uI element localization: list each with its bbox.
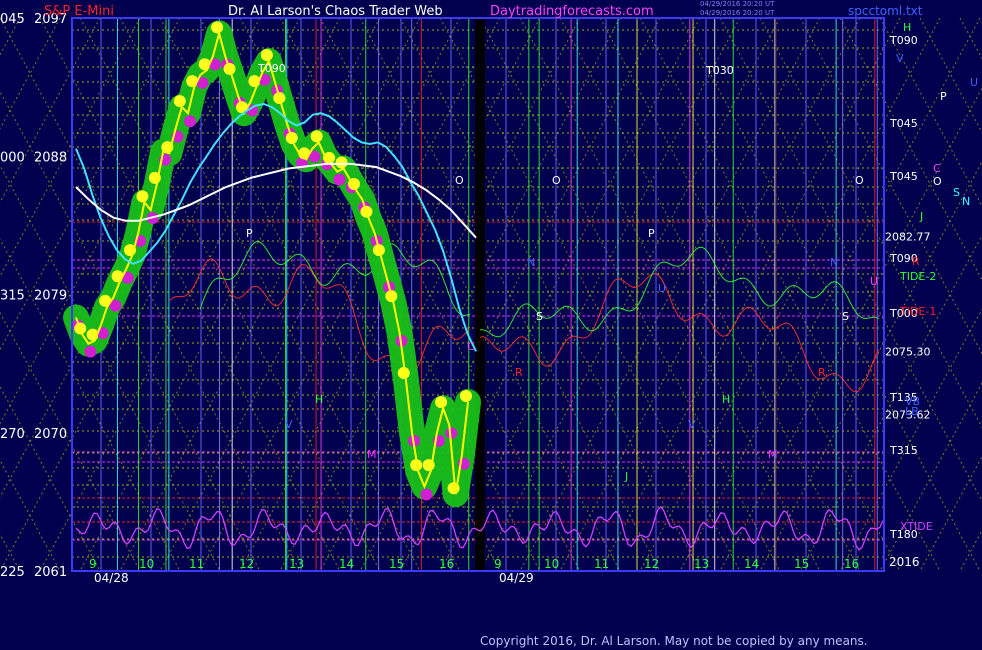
y-tick-alt-label: 225 [0,565,25,580]
instrument-title: S&P E-Mini [44,4,114,19]
chart-svg: 209704520880002079315207027020612259 10 11… [0,0,982,650]
price-blob-yellow [211,21,224,34]
price-blob-yellow [173,95,186,108]
hour-label: 12 [239,557,254,571]
year-label: 2016 [889,555,920,569]
right-label: J [919,210,923,223]
file-name: spcctoml.txt [848,4,923,18]
right-label: V [896,52,904,65]
inline-label: J [624,470,628,483]
inline-label: M [768,448,778,461]
hour-label: 12 [644,557,659,571]
right-label: T315 [889,444,918,457]
right-label: C [933,162,941,175]
right-label: H [903,21,911,34]
inline-label: M [367,448,377,461]
right-label: S [953,186,960,199]
y-tick-alt-label: 045 [0,12,25,27]
hour-label: 11 [189,557,204,571]
price-blob-yellow [260,49,273,62]
right-label: T045 [889,170,918,183]
hour-label: 10 [544,557,559,571]
author-title: Dr. Al Larson's Chaos Trader Web [228,4,443,19]
price-blob-magenta [184,115,196,128]
right-label: P [940,90,947,103]
timestamp-1: 04/29/2016 20:20 UT [700,0,775,8]
inline-label: H [315,393,323,406]
site-link[interactable]: Daytradingforecasts.com [490,4,654,19]
right-label: TIDE-1 [899,305,936,318]
y-tick-label: 2070 [34,427,67,442]
hour-label: 10 [139,557,154,571]
hour-label: 14 [339,557,354,571]
right-label: XTIDE [900,520,933,533]
price-blob-yellow [435,396,448,409]
y-tick-alt-label: 270 [0,427,25,442]
right-label: U [970,76,978,89]
inline-label: S [842,310,849,323]
inline-label: T030 [705,64,734,77]
price-blob-magenta [420,488,433,501]
hour-label: 13 [694,557,709,571]
hour-label: 15 [389,557,404,571]
price-blob-yellow [136,190,149,203]
price-blob-yellow [310,130,323,143]
right-label: LB [905,405,919,418]
inline-label: O [855,174,864,187]
hour-label: 9 [89,557,97,571]
date-label: 04/29 [499,571,534,585]
inline-label: U [658,282,666,295]
hour-label: 13 [289,557,304,571]
inline-label: H [722,393,730,406]
right-label: TIDE-2 [899,270,936,283]
hour-label: 14 [744,557,759,571]
inline-label: T090 [257,62,286,75]
inline-label: U [870,275,878,288]
hour-label: 9 [494,557,502,571]
price-blob-magenta [333,173,346,186]
y-tick-label: 2061 [34,565,67,580]
inline-label: V [285,418,293,431]
right-label: O [933,175,942,188]
inline-label: R [515,366,523,379]
inline-label: S [536,310,543,323]
inline-label: R [818,366,826,379]
inline-label: N [527,256,535,269]
right-label: T045 [889,117,918,130]
inline-label: V [688,418,696,431]
y-tick-label: 2088 [34,150,67,165]
price-blob-yellow [335,156,348,169]
timestamp-2: 04/29/2016 20:20 UT [700,9,775,17]
price-blob-magenta [84,345,97,358]
date-label: 04/28 [94,571,129,585]
hour-label: 15 [794,557,809,571]
right-label: T090 [889,34,918,47]
inline-label: N [830,256,838,269]
price-blob-yellow [460,390,472,403]
hour-label: 16 [439,557,454,571]
y-tick-label: 2079 [34,289,67,304]
inline-label: P [246,227,253,240]
price-level-label: 2082.77 [885,231,931,244]
right-label: R [912,255,920,268]
inline-label: O [455,174,464,187]
inline-label: O [552,174,561,187]
inline-label: C [467,340,475,353]
inline-label: P [648,227,655,240]
y-tick-alt-label: 000 [0,150,25,165]
right-label: N [962,195,970,208]
copyright: Copyright 2016, Dr. Al Larson. May not b… [480,634,868,648]
hour-label: 11 [594,557,609,571]
y-tick-alt-label: 315 [0,289,25,304]
price-level-label: 2075.30 [885,345,931,358]
hour-label: 16 [844,557,859,571]
